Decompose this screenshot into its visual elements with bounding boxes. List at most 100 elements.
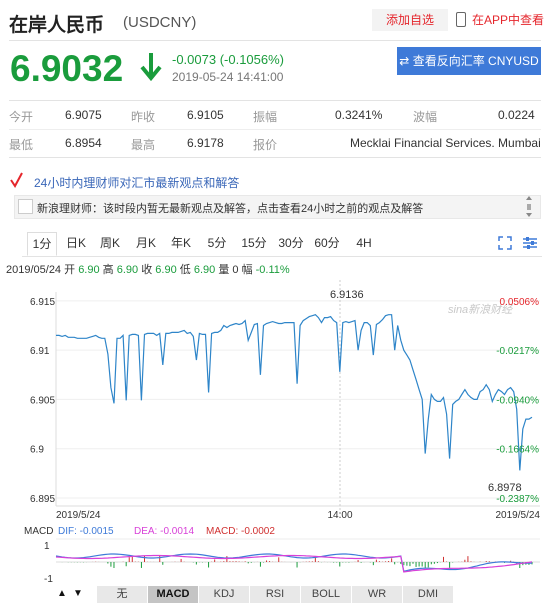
indicator-tabs: 无 MACD KDJ RSI BOLL WR DMI [51, 586, 521, 604]
max-label: 6.9136 [330, 289, 364, 301]
add-favorite-button[interactable]: 添加自选 [372, 9, 448, 31]
phone-icon [456, 12, 466, 28]
macd-panel: MACD DIF: -0.0015 DEA: -0.0014 MACD: -0.… [24, 526, 540, 585]
tab-day-k[interactable]: 日K [62, 232, 90, 254]
stat-value: 6.9075 [65, 108, 102, 122]
news-item-text: 新浪理财师：该时段内暂无最新观点及解答，点击查看24小时之前的观点及解答 [37, 203, 424, 215]
tab-year-k[interactable]: 年K [167, 232, 195, 254]
macd-tick: -1 [44, 574, 53, 585]
high-value: 6.90 [116, 264, 139, 276]
volume-label: 量 [218, 264, 230, 276]
page-title: 在岸人民币 [9, 15, 105, 36]
ohlc-readout: 2019/05/24 开 6.90 高 6.90 收 6.90 低 6.90 量… [6, 261, 290, 277]
pct-axis-ticks: 0.0506% -0.0217% -0.0940% -0.1664% -0.2387% [496, 297, 539, 505]
min-label: 6.8978 [488, 482, 522, 494]
macd-value: MACD: -0.0002 [206, 526, 275, 537]
indicator-tab-rsi[interactable]: RSI [250, 586, 301, 603]
stat-label: 最高 [131, 138, 156, 152]
stat-value: 6.9178 [187, 136, 224, 150]
volume-value: 0 [232, 264, 239, 276]
open-value: 6.90 [78, 264, 100, 276]
trend-icon [10, 172, 23, 188]
price-change: -0.0073 (-0.1056%) [172, 52, 285, 67]
stat-value: 0.3241% [335, 108, 383, 122]
x-tick-label: 2019/5/24 [56, 510, 101, 521]
close-value: 6.90 [155, 264, 177, 276]
view-in-app-label: 在APP中查看 [472, 13, 545, 27]
stat-value: 6.9105 [187, 108, 224, 122]
stat-label: 波幅 [413, 110, 438, 124]
tab-1min[interactable]: 1分 [27, 232, 57, 256]
stat-value: 6.8954 [65, 136, 102, 150]
news-item[interactable]: 新浪理财师：该时段内暂无最新观点及解答，点击查看24小时之前的观点及解答 [14, 195, 541, 219]
y-tick-label: 6.91 [30, 346, 50, 357]
stat-value: 0.0224 [498, 108, 535, 122]
header: 在岸人民币 (USDCNY) 添加自选 在APP中查看 [0, 0, 550, 40]
indicator-tab-kdj[interactable]: KDJ [199, 586, 250, 603]
indicator-tab-boll[interactable]: BOLL [301, 586, 352, 603]
down-arrow-icon [140, 53, 162, 82]
swap-icon: ⇄ [399, 54, 413, 68]
close-label: 收 [141, 264, 153, 276]
x-axis-ticks: 2019/5/24 14:00 2019/5/24 [56, 510, 540, 521]
pct-tick-label: -0.0940% [496, 395, 539, 406]
x-tick-label: 2019/5/24 [496, 510, 541, 521]
stat-label: 报价 [253, 138, 278, 152]
tab-5min[interactable]: 5分 [205, 232, 229, 254]
pct-tick-label: 0.0506% [500, 297, 540, 308]
reverse-rate-label: 查看反向汇率 CNYUSD [412, 54, 539, 68]
macd-tick: 1 [44, 541, 50, 552]
pct-tick-label: -0.0217% [496, 346, 539, 357]
y-tick-label: 6.915 [30, 297, 55, 308]
divider [9, 157, 541, 158]
stat-label: 最低 [9, 138, 34, 152]
tab-30min[interactable]: 30分 [277, 232, 305, 254]
settings-icon[interactable] [522, 236, 538, 250]
indicator-tab-wr[interactable]: WR [352, 586, 403, 603]
period-tabs: 1分 日K 周K 月K 年K 5分 15分 30分 60分 4H [22, 232, 542, 257]
y-axis-ticks: 6.915 6.91 6.905 6.9 6.895 [30, 297, 55, 505]
stat-label: 振幅 [253, 110, 278, 124]
x-tick-label: 14:00 [327, 510, 352, 521]
currency-code: (USDCNY) [123, 14, 197, 31]
macd-dif: DIF: -0.0015 [58, 526, 114, 537]
price-line [56, 314, 533, 471]
high-label: 高 [102, 264, 114, 276]
macd-dea: DEA: -0.0014 [134, 526, 194, 537]
amplitude-label: 幅 [241, 264, 253, 276]
view-in-app-button[interactable]: 在APP中查看 [452, 9, 544, 31]
news-heading[interactable]: 24小时内理财师对汇市最新观点和解答 [34, 174, 239, 191]
indicator-tab-dmi[interactable]: DMI [403, 586, 454, 603]
avatar [18, 199, 33, 214]
reverse-rate-button[interactable]: ⇄ 查看反向汇率 CNYUSD [397, 47, 541, 75]
amplitude-value: -0.11% [255, 264, 290, 276]
tab-month-k[interactable]: 月K [132, 232, 160, 254]
stat-label: 昨收 [131, 110, 156, 124]
y-tick-label: 6.905 [30, 395, 55, 406]
tab-15min[interactable]: 15分 [240, 232, 268, 254]
stat-label: 今开 [9, 110, 34, 124]
y-tick-label: 6.895 [30, 494, 55, 505]
stats-row: 今开 6.9075 昨收 6.9105 振幅 0.3241% 波幅 0.0224 [9, 101, 541, 129]
indicator-tab-macd[interactable]: MACD [148, 586, 199, 603]
open-label: 开 [64, 264, 76, 276]
stat-value: Mecklai Financial Services. Mumbai [350, 136, 541, 150]
scrollbar[interactable] [522, 195, 536, 217]
macd-title: MACD [24, 526, 53, 537]
chart-grid [55, 292, 540, 507]
current-price: 6.9032 [10, 48, 124, 89]
ohlc-date: 2019/05/24 [6, 264, 62, 276]
low-label: 低 [179, 264, 191, 276]
y-tick-label: 6.9 [30, 445, 44, 456]
indicator-tab-none[interactable]: 无 [97, 586, 148, 603]
tab-week-k[interactable]: 周K [96, 232, 124, 254]
pct-tick-label: -0.2387% [496, 494, 539, 505]
price-chart[interactable]: sina新浪财经 6.9156.916.9056.96.895 0.0506%-… [0, 280, 550, 586]
fullscreen-icon[interactable] [498, 236, 512, 250]
tab-4h[interactable]: 4H [352, 232, 376, 254]
divider [9, 40, 541, 41]
pct-tick-label: -0.1664% [496, 445, 539, 456]
stats-row: 最低 6.8954 最高 6.9178 报价 Mecklai Financial… [9, 129, 541, 157]
tab-60min[interactable]: 60分 [313, 232, 341, 254]
low-value: 6.90 [193, 264, 216, 276]
